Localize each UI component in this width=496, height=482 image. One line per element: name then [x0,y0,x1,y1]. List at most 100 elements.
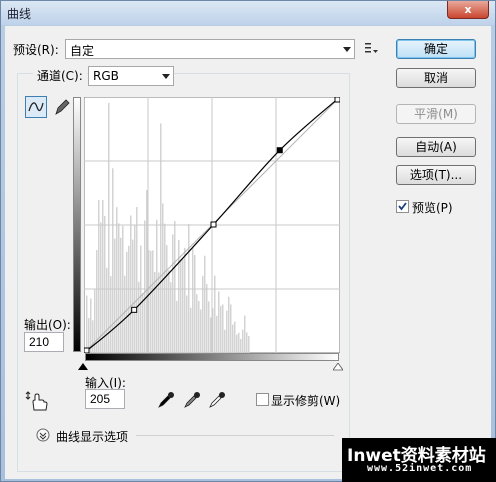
histogram-bar [202,275,204,353]
histogram-bar [162,203,164,353]
input-gradient-bar [85,353,339,361]
histogram-bar [238,332,240,353]
histogram-bar [168,270,170,353]
histogram-bar [180,259,182,353]
histogram-bar [228,296,230,353]
show-clipping-checkbox[interactable] [256,393,269,406]
expand-chevron-icon[interactable] [36,428,50,442]
curve-control-point[interactable] [276,147,283,154]
eyedropper-black-icon[interactable] [157,391,175,409]
histogram-bar [246,332,248,353]
histogram-bar [124,275,126,353]
histogram-bar [210,317,212,353]
histogram-bar [196,294,198,353]
histogram-bar [118,223,120,353]
white-point-slider[interactable] [333,363,343,371]
histogram-bar [116,207,118,353]
eyedropper-gray-icon[interactable] [183,391,201,409]
histogram-bar [164,223,166,353]
histogram-bar [234,321,236,353]
title-bar: 曲线 x [1,1,495,25]
curve-control-point[interactable] [131,306,138,313]
histogram-bar [96,250,98,353]
histogram-bar [174,220,176,353]
histogram-bar [98,199,100,353]
histogram-bar [206,284,208,353]
curve-control-point[interactable] [334,97,340,103]
curve-graph[interactable] [84,97,340,353]
preset-select[interactable]: 自定 [65,39,355,59]
histogram-bar [160,123,162,353]
curves-dialog: 曲线 x 预设(R): 自定 确定 取消 平滑(M) 自动(A) 选项(T)..… [0,0,496,482]
histogram-bar [102,199,104,353]
histogram-bar [120,237,122,353]
histogram-bar [236,334,238,353]
preset-label: 预设(R): [13,43,59,57]
curve-tool-icon[interactable] [25,96,47,118]
auto-button[interactable]: 自动(A) [396,137,476,157]
preview-checkbox[interactable] [396,200,409,213]
curve-options-label: 曲线显示选项 [56,430,129,444]
histogram-bar [204,255,206,353]
cancel-button[interactable]: 取消 [396,68,476,88]
histogram-bar [198,300,200,353]
close-button[interactable]: x [447,1,489,19]
histogram-bar [178,239,180,353]
histogram-bar [140,245,142,353]
histogram-bar [216,315,218,353]
histogram-bar [214,275,216,353]
histogram-bar [86,295,88,353]
checkmark-icon [398,202,407,211]
histogram-bar [90,298,92,353]
histogram-bar [190,307,192,353]
histogram-bar [226,310,228,353]
histogram-bar [110,276,112,353]
histogram-bar [244,315,246,353]
window-title: 曲线 [7,7,32,21]
chevron-down-icon [162,74,170,79]
ok-button[interactable]: 确定 [396,39,476,59]
histogram-bar [108,103,110,353]
input-field[interactable] [85,389,125,409]
pencil-tool-icon[interactable] [51,96,73,118]
preset-value: 自定 [70,44,95,58]
histogram-bar [136,207,138,353]
channel-label: 通道(C): [33,67,87,84]
histogram-bar [248,335,250,353]
histogram-bar [242,329,244,353]
dialog-body: 预设(R): 自定 确定 取消 平滑(M) 自动(A) 选项(T)... 预览(… [5,26,491,479]
curve-control-point[interactable] [210,221,217,228]
histogram-bar [106,267,108,353]
histogram-bar [146,190,148,353]
histogram-bar [126,251,128,353]
channel-select[interactable]: RGB [88,66,174,86]
histogram-bar [182,258,184,353]
histogram-bar [188,223,190,353]
options-button[interactable]: 选项(T)... [396,165,476,185]
histogram-bar [128,245,130,353]
histogram-bar [184,247,186,353]
chevron-down-icon [343,47,351,52]
channel-value: RGB [93,69,119,83]
eyedropper-white-icon[interactable] [208,391,226,409]
histogram-bar [176,300,178,353]
target-adjust-hand-icon[interactable] [25,390,49,412]
histogram-bar [194,254,196,353]
histogram-bar [208,301,210,353]
histogram-bar [218,291,220,353]
histogram-bar [114,238,116,353]
preview-label: 预览(P) [412,201,453,215]
histogram-bar [144,220,146,353]
output-label: 输出(O): [24,318,71,332]
black-point-slider[interactable] [78,363,88,371]
watermark-sub: www.52inwet.com [367,463,473,474]
histogram-bar [224,329,226,353]
histogram-bar [170,282,172,353]
histogram-bar [220,306,222,353]
preset-menu-icon[interactable] [365,42,379,54]
output-field[interactable] [24,332,64,352]
smooth-button[interactable]: 平滑(M) [396,104,476,124]
histogram-bar [100,222,102,353]
histogram-bar [222,304,224,353]
show-clipping-label: 显示修剪(W) [271,394,341,408]
